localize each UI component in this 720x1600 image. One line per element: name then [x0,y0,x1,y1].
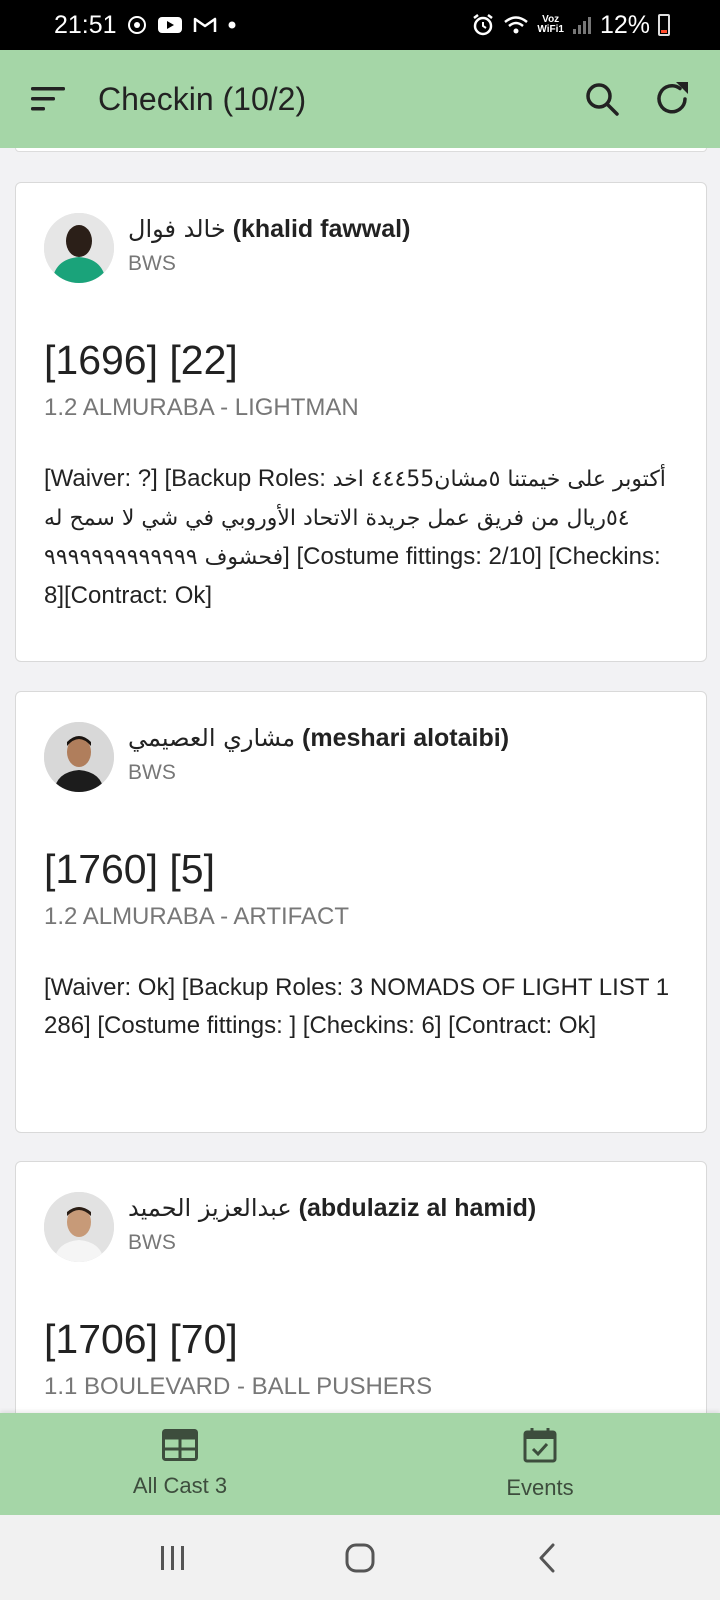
app-bar: Checkin (10/2) [0,50,720,148]
previous-card-edge [15,148,707,152]
role-label: 1.2 ALMURABA - LIGHTMAN [44,394,359,421]
card-header: مشاري العصيمي (meshari alotaibi) BWS [44,722,678,792]
cast-ids: [1760] [5] [44,846,215,892]
bottom-navigation: All Cast 3 Events [0,1413,720,1515]
person-name-arabic: خالد فوال [128,215,226,243]
menu-sort-icon[interactable] [28,79,68,119]
nav-label: All Cast 3 [132,1473,228,1498]
role-label: 1.2 ALMURABA - ARTIFACT [44,903,349,930]
nav-all-cast[interactable]: All Cast 3 [0,1413,360,1515]
person-name-arabic: مشاري العصيمي [128,724,296,752]
person-name-english: (khalid fawwal) [232,215,411,243]
grid-table-icon [162,1429,198,1467]
alarm-icon [471,13,495,37]
card-details: [Waiver: ?] [Backup Roles: أكتوبر على خي… [44,460,678,615]
nav-events[interactable]: Events [360,1413,720,1515]
voz-wifi-label: Voz WiFi1 [537,15,564,35]
group-label: BWS [128,252,176,275]
card-details: [Waiver: Ok] [Backup Roles: 3 NOMADS OF … [44,974,670,1039]
whatsapp-icon [127,15,147,35]
checkin-list[interactable]: خالد فوال (khalid fawwal) BWS [1696] [22… [0,148,720,1413]
cast-card[interactable]: خالد فوال (khalid fawwal) BWS [1696] [22… [15,182,707,662]
battery-icon [658,14,670,36]
system-navigation [0,1515,720,1600]
refresh-icon[interactable] [652,79,692,119]
cast-card[interactable]: عبدالعزيز الحميد (abdulaziz al hamid) BW… [15,1161,707,1413]
cast-ids: [1696] [22] [44,337,238,383]
card-names: عبدالعزيز الحميد (abdulaziz al hamid) BW… [128,1192,536,1255]
voz-bottom: WiFi1 [537,24,564,35]
nav-label: Events [506,1475,574,1500]
wifi-icon [503,14,529,36]
card-names: خالد فوال (khalid fawwal) BWS [128,213,410,276]
recent-apps-icon[interactable] [143,1538,203,1578]
gmail-icon [193,16,217,34]
avatar [44,1192,114,1262]
avatar [44,213,114,283]
calendar-check-icon [523,1427,557,1469]
card-header: خالد فوال (khalid fawwal) BWS [44,213,678,283]
dot-icon [227,20,237,30]
person-name: عبدالعزيز الحميد (abdulaziz al hamid) [128,1194,536,1223]
details-prefix: [Waiver: ?] [Backup Roles: [44,465,333,492]
page-title: Checkin (10/2) [98,80,307,117]
signal-icon [572,15,592,35]
card-names: مشاري العصيمي (meshari alotaibi) BWS [128,722,509,785]
role-label: 1.1 BOULEVARD - BALL PUSHERS [44,1373,433,1400]
cast-ids: [1706] [70] [44,1316,238,1362]
back-icon[interactable] [517,1538,577,1578]
person-name-arabic: عبدالعزيز الحميد [128,1194,292,1222]
search-icon[interactable] [582,79,622,119]
status-right: Voz WiFi1 12% [471,11,670,40]
group-label: BWS [128,761,176,784]
person-name-english: (meshari alotaibi) [302,724,510,752]
cast-card[interactable]: مشاري العصيمي (meshari alotaibi) BWS [17… [15,691,707,1133]
status-time: 21:51 [54,10,117,39]
battery-percent: 12% [599,10,650,39]
home-icon[interactable] [330,1538,390,1578]
youtube-icon [157,15,183,35]
person-name-english: (abdulaziz al hamid) [298,1194,537,1222]
status-left: 21:51 [54,11,237,40]
status-bar: 21:51 Voz WiFi1 12% [0,0,720,50]
card-header: عبدالعزيز الحميد (abdulaziz al hamid) BW… [44,1192,678,1262]
group-label: BWS [128,1231,176,1254]
avatar [44,722,114,792]
person-name: خالد فوال (khalid fawwal) [128,215,410,244]
person-name: مشاري العصيمي (meshari alotaibi) [128,724,509,753]
